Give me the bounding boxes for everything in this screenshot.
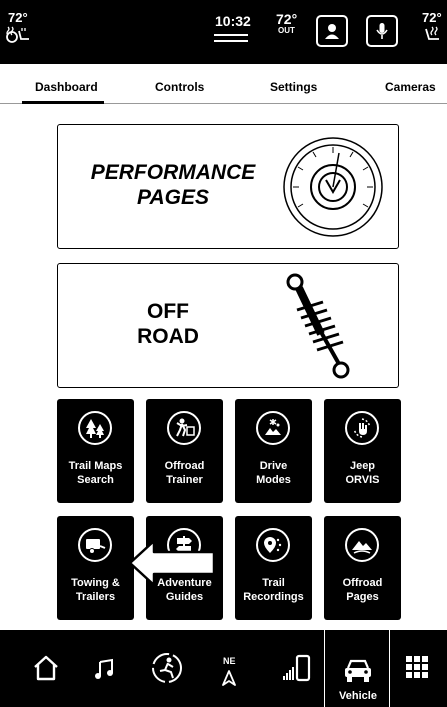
performance-pages-card[interactable]: PERFORMANCE PAGES [57,124,399,249]
apps-grid-icon[interactable] [405,655,429,679]
tile-label-line1: Offroad [164,460,205,472]
shock-absorber-icon [286,273,350,379]
clock: 10:32 [215,13,251,29]
tile-label-line1: Adventure [157,577,212,589]
off-road-card[interactable]: OFF ROAD [57,263,399,388]
tile-label: Trail Maps Search [57,459,134,487]
tile-label-line1: Towing & [71,577,120,589]
status-bar: 72° 10:32 72° OUT 72° [0,0,447,64]
active-tab-indicator [22,101,104,104]
orvis-icon [345,411,379,445]
tab-cameras[interactable]: Cameras [385,80,436,94]
performance-pages-label: PERFORMANCE PAGES [68,160,278,210]
tile-trail-maps-search[interactable]: Trail Maps Search [57,399,134,503]
tile-label-line1: Trail [262,577,285,589]
driver-temp[interactable]: 72° [8,11,28,24]
tile-label-line2: Pages [346,591,379,603]
tab-bar: Dashboard Controls Settings Cameras [0,64,447,104]
tile-offroad-pages[interactable]: Offroad Pages [324,516,401,620]
tile-label-line1: Offroad [342,577,383,589]
mountain-icon [345,528,379,562]
bottom-nav: NE Vehicle [0,630,447,707]
off-road-line1: OFF [147,300,189,323]
tile-trail-recordings[interactable]: Trail Recordings [235,516,312,620]
trailer-icon [78,528,112,562]
tile-adventure-guides[interactable]: Adventure Guides [146,516,223,620]
tile-label-line2: Trainer [166,474,203,486]
performance-line1: PERFORMANCE [90,161,256,184]
trees-icon [78,411,112,445]
tile-label-line2: Guides [165,591,204,603]
trail-pin-icon [256,528,290,562]
profile-button[interactable] [316,15,348,47]
tab-controls[interactable]: Controls [155,80,204,94]
tile-label-line1: Jeep [349,460,376,472]
tile-label-line2: Recordings [243,591,304,603]
tile-label: Offroad Pages [324,576,401,604]
tab-settings[interactable]: Settings [270,80,317,94]
tile-offroad-trainer[interactable]: Offroad Trainer [146,399,223,503]
passenger-temp[interactable]: 72° [422,11,442,24]
tile-label: Towing & Trailers [57,576,134,604]
tile-label-line2: Modes [256,474,291,486]
vehicle-nav-button[interactable]: Vehicle [324,630,390,707]
microphone-icon [376,23,388,39]
tile-jeep-orvis[interactable]: Jeep ORVIS [324,399,401,503]
tile-label-line1: Drive [259,460,288,472]
tile-towing-trailers[interactable]: Towing & Trailers [57,516,134,620]
tab-dashboard[interactable]: Dashboard [35,80,98,94]
voice-button[interactable] [366,15,398,47]
person-icon [325,24,339,39]
tile-label: Offroad Trainer [146,459,223,487]
tile-label: Trail Recordings [235,576,312,604]
gauge-icon [283,137,383,237]
climate-icon[interactable] [150,651,184,685]
tile-label-line2: Trailers [75,591,116,603]
home-icon[interactable] [32,654,60,682]
off-road-label: OFF ROAD [98,299,238,349]
car-icon [345,659,371,682]
music-icon[interactable] [94,658,116,680]
navigation-arrow-icon[interactable] [222,670,236,686]
tile-label-line2: Search [77,474,114,486]
menu-lines-icon[interactable] [214,34,248,42]
tile-label: Adventure Guides [146,576,223,604]
trainer-icon [167,411,201,445]
tile-label-line1: Trail Maps [68,460,123,472]
outside-temp: 72° [276,11,298,27]
compass-heading: NE [223,656,236,666]
drive-modes-icon [256,411,290,445]
performance-line2: PAGES [137,186,209,209]
heated-seat-right-icon[interactable] [420,25,444,43]
vehicle-label: Vehicle [339,690,377,702]
signpost-icon [167,528,201,562]
tile-label: Drive Modes [235,459,312,487]
tile-label-line2: ORVIS [345,474,380,486]
tile-drive-modes[interactable]: Drive Modes [235,399,312,503]
heated-seat-icon[interactable] [4,25,32,43]
tile-label: Jeep ORVIS [324,459,401,487]
outside-label: OUT [278,26,295,35]
phone-signal-icon[interactable] [282,654,312,684]
off-road-line2: ROAD [137,325,199,348]
